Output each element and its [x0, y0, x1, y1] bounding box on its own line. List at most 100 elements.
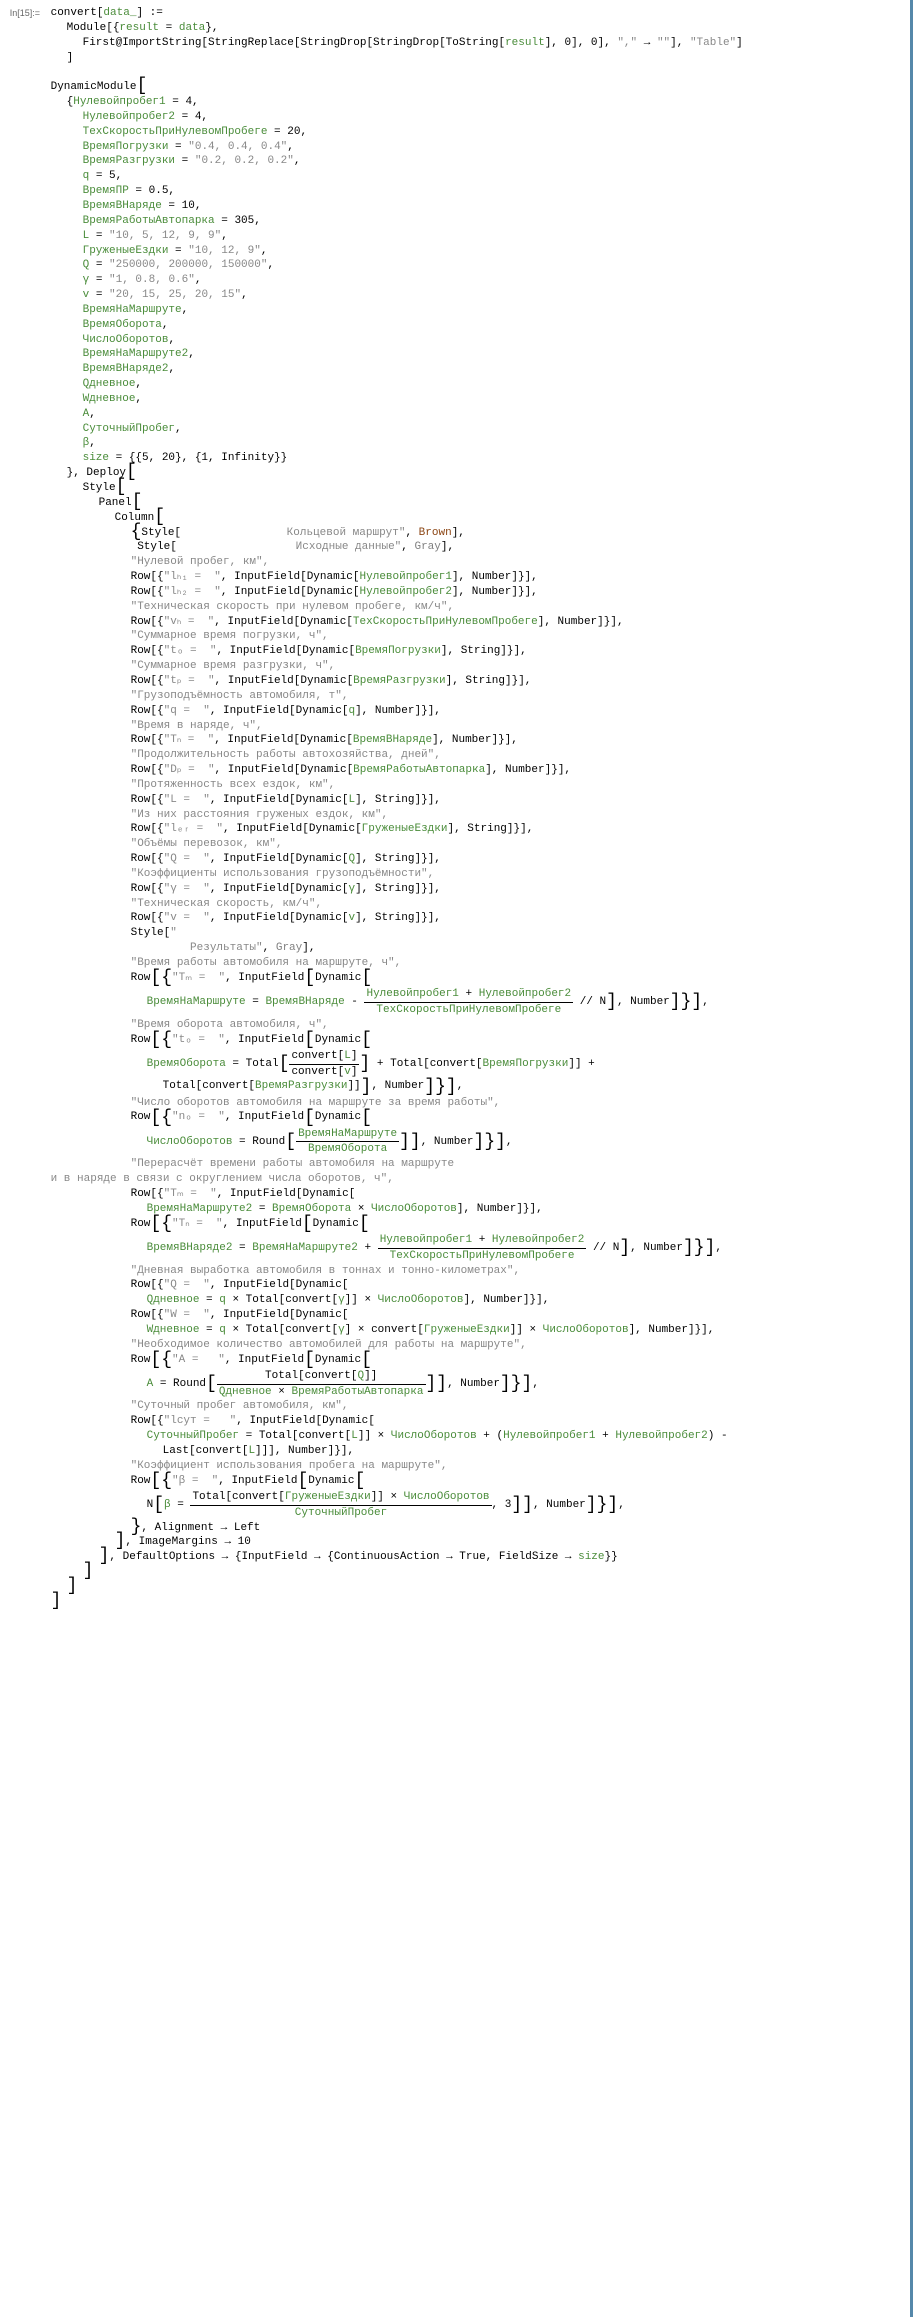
- code-line[interactable]: ЧислоОборотов = Round[ВремяНаМаршрутеВре…: [51, 1127, 901, 1158]
- code-line[interactable]: ВремяОборота = Total[convert[L]convert[v…: [51, 1049, 901, 1080]
- code-line[interactable]: СуточныйПробег,: [51, 422, 901, 437]
- code-line[interactable]: "Протяженность всех ездок, км",: [51, 778, 901, 793]
- code-line[interactable]: Row[{"lₕ₁ = ", InputField[Dynamic[Нулево…: [51, 570, 901, 585]
- code-line[interactable]: "Объёмы перевозок, км",: [51, 837, 901, 852]
- code-line[interactable]: Row[{"lсут = ", InputField[Dynamic[: [51, 1414, 901, 1429]
- code-line[interactable]: ТехСкоростьПриНулевомПробеге = 20,: [51, 125, 901, 140]
- code-line[interactable]: DynamicModule[: [51, 80, 901, 95]
- code-line[interactable]: ВремяНаМаршруте2,: [51, 347, 901, 362]
- code-line[interactable]: ВремяВНаряде2,: [51, 362, 901, 377]
- code-line[interactable]: ВремяПогрузки = "0.4, 0.4, 0.4",: [51, 140, 901, 155]
- code-line[interactable]: ВремяНаМаршруте = ВремяВНаряде - Нулевой…: [51, 987, 901, 1018]
- code-line[interactable]: ВремяРазгрузки = "0.2, 0.2, 0.2",: [51, 154, 901, 169]
- code-line[interactable]: Нулевойпробег2 = 4,: [51, 110, 901, 125]
- code-line[interactable]: Row[{"Tₙ = ", InputField[Dynamic[ВремяВН…: [51, 733, 901, 748]
- code-line[interactable]: Row[{"Tₘ = ", InputField[Dynamic[: [51, 1187, 901, 1202]
- code-line[interactable]: Row[{"Tₘ = ", InputField[Dynamic[: [51, 971, 901, 987]
- code-line[interactable]: Style[: [51, 481, 901, 496]
- code-line[interactable]: ВремяНаМаршруте2 = ВремяОборота × ЧислоО…: [51, 1202, 901, 1217]
- code-line[interactable]: ]: [51, 51, 901, 66]
- code-line[interactable]: N[β = Total[convert[ГруженыеЕздки]] × Чи…: [51, 1490, 901, 1521]
- code-line[interactable]: A,: [51, 407, 901, 422]
- code-line[interactable]: ]: [51, 1595, 901, 1610]
- code-line[interactable]: size = {{5, 20}, {1, Infinity}}: [51, 451, 901, 466]
- code-line[interactable]: Row[{"nₒ = ", InputField[Dynamic[: [51, 1110, 901, 1126]
- code-line[interactable]: "Техническая скорость, км/ч",: [51, 897, 901, 912]
- code-line[interactable]: Row[{"L = ", InputField[Dynamic[L], Stri…: [51, 793, 901, 808]
- code-line[interactable]: "Техническая скорость при нулевом пробег…: [51, 600, 901, 615]
- code-line[interactable]: ВремяВНаряде2 = ВремяНаМаршруте2 + Нулев…: [51, 1233, 901, 1264]
- code-line[interactable]: ]: [51, 1565, 901, 1580]
- cell-body[interactable]: convert[data_] := Module[{result = data}…: [47, 6, 901, 1610]
- code-line[interactable]: v = "20, 15, 25, 20, 15",: [51, 288, 901, 303]
- code-line[interactable]: "Продолжительность работы автохозяйства,…: [51, 748, 901, 763]
- code-line[interactable]: ], ImageMargins → 10: [51, 1535, 901, 1550]
- code-line[interactable]: Module[{result = data},: [51, 21, 901, 36]
- code-line[interactable]: Row[{"q = ", InputField[Dynamic[q], Numb…: [51, 704, 901, 719]
- code-line[interactable]: "Число оборотов автомобиля на маршруте з…: [51, 1096, 901, 1111]
- code-line[interactable]: СуточныйПробег = Total[convert[L]] × Чис…: [51, 1429, 901, 1444]
- code-line[interactable]: "Суточный пробег автомобиля, км",: [51, 1399, 901, 1414]
- code-line[interactable]: A = Round[Total[convert[Q]]Qдневное × Вр…: [51, 1369, 901, 1400]
- code-line[interactable]: "Перерасчёт времени работы автомобиля на…: [51, 1157, 901, 1172]
- code-line[interactable]: Total[convert[ВремяРазгрузки]]], Number]…: [51, 1079, 901, 1095]
- code-line[interactable]: }, Alignment → Left: [51, 1521, 901, 1536]
- code-line[interactable]: ВремяНаМаршруте,: [51, 303, 901, 318]
- code-line[interactable]: и в наряде в связи с округлением числа о…: [51, 1172, 901, 1187]
- code-line[interactable]: Qдневное,: [51, 377, 901, 392]
- code-line[interactable]: Qдневное = q × Total[convert[γ]] × Число…: [51, 1293, 901, 1308]
- code-line[interactable]: Row[{"Dₚ = ", InputField[Dynamic[ВремяРа…: [51, 763, 901, 778]
- code-line[interactable]: "Время оборота автомобиля, ч",: [51, 1018, 901, 1033]
- code-line[interactable]: {Нулевойпробег1 = 4,: [51, 95, 901, 110]
- code-line[interactable]: Row[{"v = ", InputField[Dynamic[v], Stri…: [51, 911, 901, 926]
- code-line[interactable]: "Грузоподъёмность автомобиля, т",: [51, 689, 901, 704]
- code-line[interactable]: Wдневное,: [51, 392, 901, 407]
- code-line[interactable]: ЧислоОборотов,: [51, 333, 901, 348]
- code-line[interactable]: "Время работы автомобиля на маршруте, ч"…: [51, 956, 901, 971]
- code-line[interactable]: Row[{"lₕ₂ = ", InputField[Dynamic[Нулево…: [51, 585, 901, 600]
- code-line[interactable]: Row[{"γ = ", InputField[Dynamic[γ], Stri…: [51, 882, 901, 897]
- code-line[interactable]: ВремяПР = 0.5,: [51, 184, 901, 199]
- code-line[interactable]: "Коэффициенты использования грузоподъёмн…: [51, 867, 901, 882]
- code-line[interactable]: Row[{"vₕ = ", InputField[Dynamic[ТехСкор…: [51, 615, 901, 630]
- code-line[interactable]: Результаты", Gray],: [51, 941, 901, 956]
- code-line[interactable]: ВремяРаботыАвтопарка = 305,: [51, 214, 901, 229]
- code-line[interactable]: ГруженыеЕздки = "10, 12, 9",: [51, 244, 901, 259]
- code-line[interactable]: "Из них расстояния груженых ездок, км",: [51, 808, 901, 823]
- code-line[interactable]: Style[ Исходные данные", Gray],: [51, 540, 901, 555]
- code-line[interactable]: Style[": [51, 926, 901, 941]
- code-line[interactable]: Last[convert[L]]], Number]}],: [51, 1444, 901, 1459]
- code-line[interactable]: Panel[: [51, 496, 901, 511]
- code-line[interactable]: {Style[ Кольцевой маршрут", Brown],: [51, 526, 901, 541]
- code-line[interactable]: q = 5,: [51, 169, 901, 184]
- code-line[interactable]: Row[{"Q = ", InputField[Dynamic[: [51, 1278, 901, 1293]
- code-line[interactable]: ВремяВНаряде = 10,: [51, 199, 901, 214]
- code-line[interactable]: ВремяОборота,: [51, 318, 901, 333]
- code-line[interactable]: "Время в наряде, ч",: [51, 719, 901, 734]
- code-line[interactable]: Row[{"lₑᵣ = ", InputField[Dynamic[Гружен…: [51, 822, 901, 837]
- code-line[interactable]: Row[{"tₒ = ", InputField[Dynamic[: [51, 1033, 901, 1049]
- code-line[interactable]: Wдневное = q × Total[convert[γ] × conver…: [51, 1323, 901, 1338]
- code-line[interactable]: Row[{"tₒ = ", InputField[Dynamic[ВремяПо…: [51, 644, 901, 659]
- code-line[interactable]: Column[: [51, 511, 901, 526]
- code-line[interactable]: }, Deploy[: [51, 466, 901, 481]
- code-line[interactable]: "Суммарное время разгрузки, ч",: [51, 659, 901, 674]
- code-line[interactable]: Row[{"W = ", InputField[Dynamic[: [51, 1308, 901, 1323]
- code-line[interactable]: γ = "1, 0.8, 0.6",: [51, 273, 901, 288]
- code-line[interactable]: "Суммарное время погрузки, ч",: [51, 629, 901, 644]
- code-line[interactable]: ]: [51, 1580, 901, 1595]
- code-line[interactable]: Row[{"tₚ = ", InputField[Dynamic[ВремяРа…: [51, 674, 901, 689]
- code-line[interactable]: Row[{"Tₙ = ", InputField[Dynamic[: [51, 1217, 901, 1233]
- code-line[interactable]: convert[data_] :=: [51, 6, 901, 21]
- code-line[interactable]: "Необходимое количество автомобилей для …: [51, 1338, 901, 1353]
- code-line[interactable]: Row[{"β = ", InputField[Dynamic[: [51, 1474, 901, 1490]
- code-line[interactable]: "Коэффициент использования пробега на ма…: [51, 1459, 901, 1474]
- code-line[interactable]: "Нулевой пробег, км",: [51, 555, 901, 570]
- code-line[interactable]: Q = "250000, 200000, 150000",: [51, 258, 901, 273]
- code-line[interactable]: ], DefaultOptions → {InputField → {Conti…: [51, 1550, 901, 1565]
- code-line[interactable]: β,: [51, 436, 901, 451]
- code-line[interactable]: L = "10, 5, 12, 9, 9",: [51, 229, 901, 244]
- code-line[interactable]: First@ImportString[StringReplace[StringD…: [51, 36, 901, 51]
- code-line[interactable]: "Дневная выработка автомобиля в тоннах и…: [51, 1264, 901, 1279]
- code-line[interactable]: Row[{"Q = ", InputField[Dynamic[Q], Stri…: [51, 852, 901, 867]
